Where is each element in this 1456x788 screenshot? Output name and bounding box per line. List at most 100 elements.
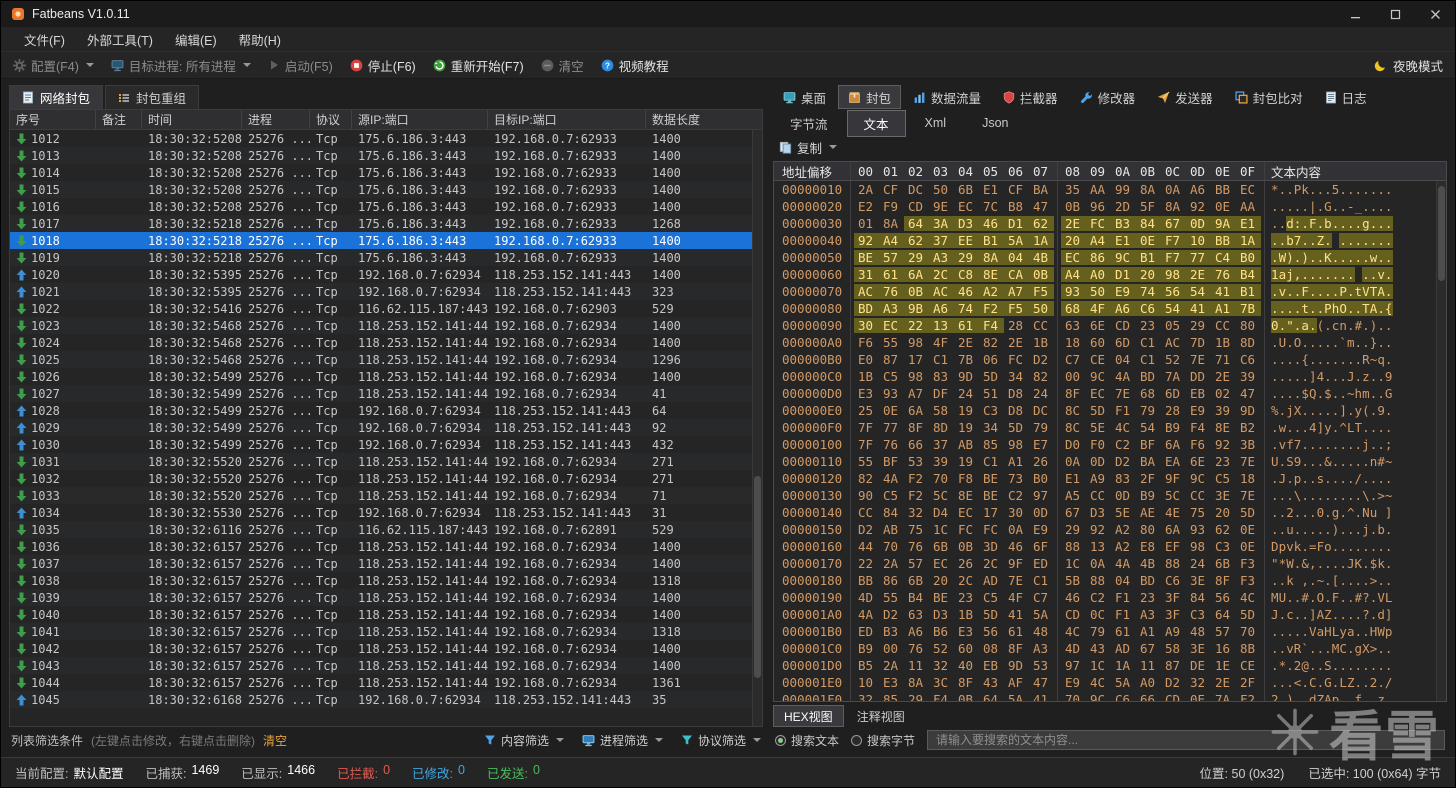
packet-row[interactable]: 1015 18:30:32:5208 25276 ... Tcp 175.6.186.3… bbox=[10, 181, 752, 198]
hex-byte[interactable]: 6B bbox=[1211, 556, 1236, 571]
hex-byte[interactable]: C1 bbox=[979, 454, 1004, 469]
hex-byte[interactable]: 2E bbox=[954, 335, 979, 350]
hex-byte[interactable]: C1 bbox=[1136, 352, 1161, 367]
hex-byte[interactable]: 84 bbox=[1136, 216, 1161, 231]
column-header-7[interactable]: 数据长度 bbox=[646, 110, 752, 129]
hex-byte[interactable]: EF bbox=[1161, 539, 1186, 554]
minimize-button[interactable] bbox=[1335, 1, 1375, 27]
hex-byte[interactable]: 85 bbox=[979, 437, 1004, 452]
hex-byte[interactable]: 83 bbox=[1111, 471, 1136, 486]
hex-byte[interactable]: 4A bbox=[879, 471, 904, 486]
hex-byte[interactable]: 50 bbox=[1086, 284, 1111, 299]
hex-byte[interactable]: 8A bbox=[1161, 199, 1186, 214]
hex-byte[interactable]: 06 bbox=[979, 352, 1004, 367]
hex-byte[interactable]: 0B bbox=[1061, 199, 1086, 214]
hex-byte[interactable]: B1 bbox=[1236, 284, 1261, 299]
hex-byte[interactable]: D8 bbox=[1004, 403, 1029, 418]
hex-byte[interactable]: 4D bbox=[854, 590, 879, 605]
hex-byte[interactable]: 70 bbox=[1236, 624, 1261, 639]
hex-byte[interactable]: C2 bbox=[1111, 437, 1136, 452]
packet-row[interactable]: 1030 18:30:32:5499 25276 ... Tcp 192.168.0.7… bbox=[10, 436, 752, 453]
hex-byte[interactable]: 5F bbox=[1136, 199, 1161, 214]
hex-byte[interactable]: B9 bbox=[1161, 420, 1186, 435]
hex-byte[interactable]: 9C bbox=[1086, 692, 1111, 701]
hex-byte[interactable]: E7 bbox=[1029, 437, 1054, 452]
hex-byte[interactable]: B8 bbox=[1004, 199, 1029, 214]
hex-byte[interactable]: BB bbox=[854, 573, 879, 588]
hex-byte[interactable]: 04 bbox=[1004, 250, 1029, 265]
hex-byte[interactable]: 54 bbox=[1161, 301, 1186, 316]
hex-byte[interactable]: 79 bbox=[1136, 403, 1161, 418]
hex-byte[interactable]: 4F bbox=[1004, 590, 1029, 605]
hex-byte[interactable]: 6B bbox=[929, 539, 954, 554]
hex-byte[interactable]: 55 bbox=[879, 590, 904, 605]
hex-byte[interactable]: A3 bbox=[879, 301, 904, 316]
hex-byte[interactable]: 3C bbox=[929, 675, 954, 690]
packet-row[interactable]: 1014 18:30:32:5208 25276 ... Tcp 175.6.186.3… bbox=[10, 164, 752, 181]
hex-byte[interactable]: 7A bbox=[1211, 692, 1236, 701]
hex-byte[interactable]: 97 bbox=[1029, 488, 1054, 503]
hex-byte[interactable]: 68 bbox=[1061, 301, 1086, 316]
hex-byte[interactable]: A0 bbox=[1136, 675, 1161, 690]
hex-byte[interactable]: E3 bbox=[954, 624, 979, 639]
packet-row[interactable]: 1035 18:30:32:6116 25276 ... Tcp 116.62.115.… bbox=[10, 521, 752, 538]
hex-byte[interactable]: 90 bbox=[854, 488, 879, 503]
packet-row[interactable]: 1021 18:30:32:5395 25276 ... Tcp 192.168.0.7… bbox=[10, 283, 752, 300]
hex-byte[interactable]: 32 bbox=[1186, 675, 1211, 690]
hex-byte[interactable]: 11 bbox=[1136, 658, 1161, 673]
hex-byte[interactable]: 56 bbox=[1161, 284, 1186, 299]
hex-byte[interactable]: 31 bbox=[854, 267, 879, 282]
hex-byte[interactable]: 68 bbox=[1136, 386, 1161, 401]
hex-byte[interactable]: 93 bbox=[1061, 284, 1086, 299]
hex-byte[interactable]: 2E bbox=[1004, 335, 1029, 350]
hex-byte[interactable]: EC bbox=[954, 199, 979, 214]
hex-byte[interactable]: 6F bbox=[1029, 539, 1054, 554]
packet-row[interactable]: 1032 18:30:32:5520 25276 ... Tcp 118.253.152… bbox=[10, 470, 752, 487]
hex-byte[interactable]: 57 bbox=[904, 556, 929, 571]
packet-row[interactable]: 1038 18:30:32:6157 25276 ... Tcp 118.253.152… bbox=[10, 572, 752, 589]
hex-byte[interactable]: ED bbox=[1029, 556, 1054, 571]
hex-byte[interactable]: 2C bbox=[954, 573, 979, 588]
packet-row[interactable]: 1025 18:30:32:5468 25276 ... Tcp 118.253.152… bbox=[10, 351, 752, 368]
hex-byte[interactable]: 5D bbox=[979, 607, 1004, 622]
tab-interceptor[interactable]: 拦截器 bbox=[993, 85, 1068, 109]
hex-byte[interactable]: CE bbox=[1236, 658, 1261, 673]
hex-byte[interactable]: B3 bbox=[1111, 216, 1136, 231]
hex-byte[interactable]: 2F bbox=[1136, 471, 1161, 486]
hex-byte[interactable]: 13 bbox=[1086, 539, 1111, 554]
hex-byte[interactable]: 5A bbox=[1004, 692, 1029, 701]
hex-byte[interactable]: 56 bbox=[979, 624, 1004, 639]
hex-byte[interactable]: A2 bbox=[1111, 539, 1136, 554]
hex-byte[interactable]: E1 bbox=[1061, 471, 1086, 486]
hex-byte[interactable]: 82 bbox=[854, 471, 879, 486]
hex-byte[interactable]: 6A bbox=[904, 267, 929, 282]
hex-byte[interactable]: 23 bbox=[1136, 318, 1161, 333]
hex-byte[interactable]: 7E bbox=[1004, 573, 1029, 588]
hex-byte[interactable]: 46 bbox=[1061, 590, 1086, 605]
tab-network-packets[interactable]: 网络封包 bbox=[9, 85, 104, 109]
hex-byte[interactable]: 8D bbox=[1236, 335, 1261, 350]
hex-byte[interactable]: C5 bbox=[1211, 471, 1236, 486]
hex-byte[interactable]: 76 bbox=[1211, 267, 1236, 282]
hex-byte[interactable]: 87 bbox=[879, 352, 904, 367]
hex-byte[interactable]: 26 bbox=[1029, 454, 1054, 469]
hex-byte[interactable]: 9A bbox=[1211, 216, 1236, 231]
menu-item-file[interactable]: 文件(F) bbox=[13, 27, 76, 52]
hex-byte[interactable]: 2E bbox=[1211, 675, 1236, 690]
column-header-4[interactable]: 协议 bbox=[310, 110, 352, 129]
hex-byte[interactable]: 10 bbox=[1186, 233, 1211, 248]
tab-packet-reassembly[interactable]: 封包重组 bbox=[105, 85, 200, 109]
column-header-5[interactable]: 源IP:端口 bbox=[352, 110, 488, 129]
hex-byte[interactable]: 4F bbox=[929, 335, 954, 350]
hex-byte[interactable]: CD bbox=[1061, 607, 1086, 622]
hex-byte[interactable]: 9C bbox=[1186, 471, 1211, 486]
search-text-radio[interactable]: 搜索文本 bbox=[775, 732, 839, 749]
hex-byte[interactable]: 70 bbox=[929, 471, 954, 486]
hex-byte[interactable]: 1A bbox=[1236, 233, 1261, 248]
hex-byte[interactable]: 18 bbox=[1061, 335, 1086, 350]
hex-byte[interactable]: B0 bbox=[1236, 250, 1261, 265]
hex-byte[interactable]: 84 bbox=[1186, 590, 1211, 605]
hex-byte[interactable]: 1A bbox=[1111, 658, 1136, 673]
hex-byte[interactable]: 2A bbox=[879, 556, 904, 571]
hex-byte[interactable]: EC bbox=[929, 556, 954, 571]
